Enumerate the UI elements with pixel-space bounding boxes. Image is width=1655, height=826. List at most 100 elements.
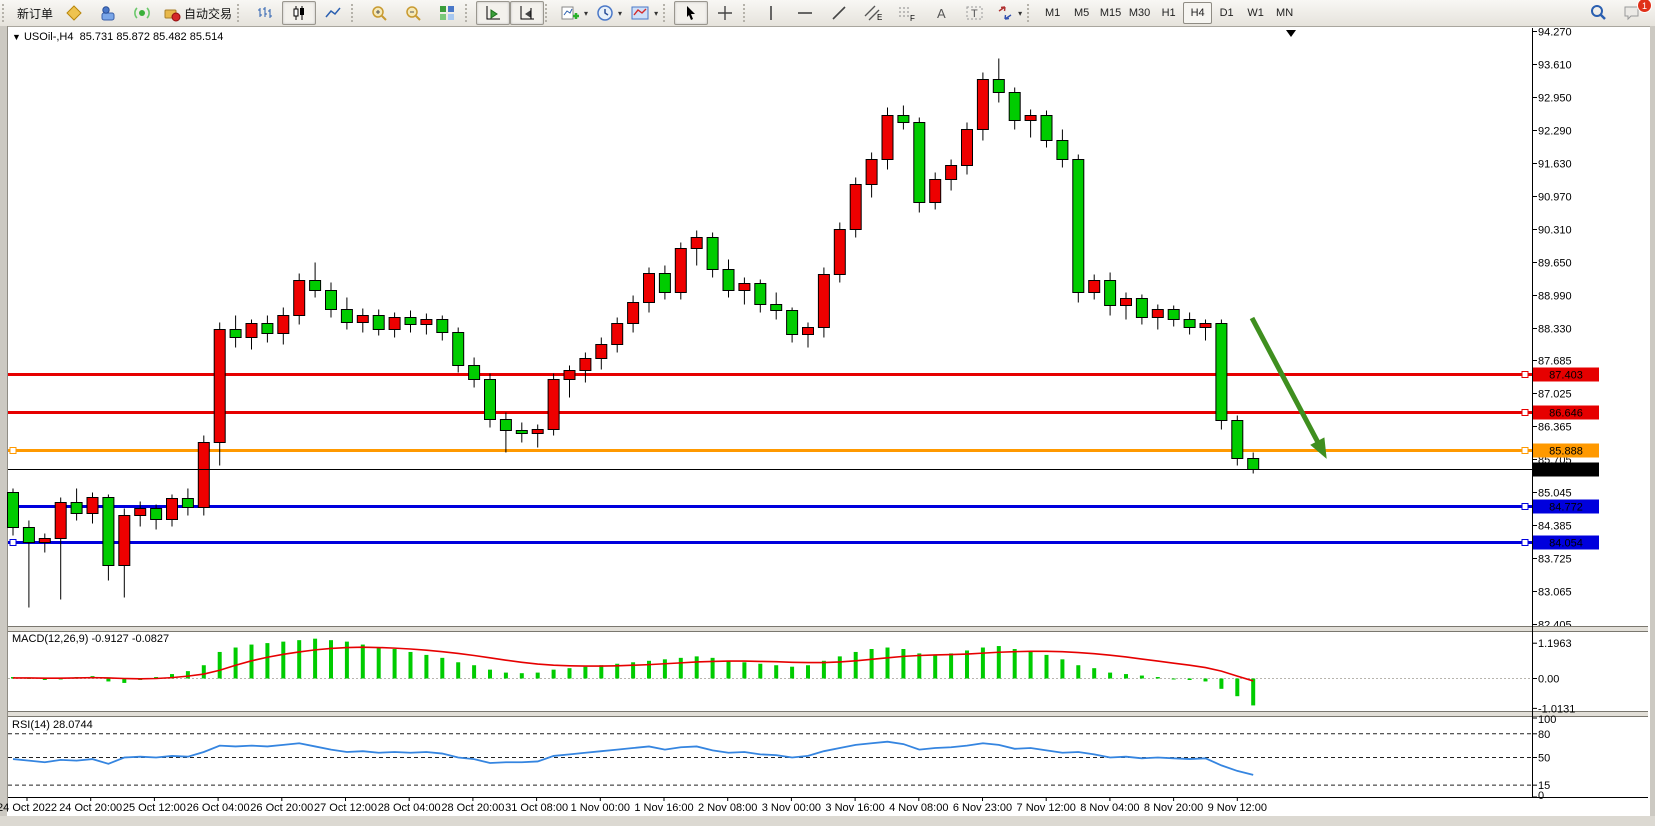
candle-body — [532, 430, 543, 434]
candle-body — [564, 371, 575, 380]
rsi-tick-label: 0 — [1538, 790, 1544, 802]
candle-body — [1248, 459, 1259, 470]
time-tick-label: 25 Oct 12:00 — [123, 802, 186, 814]
chart-ohlc-quote: 85.731 85.872 85.482 85.514 — [80, 31, 224, 43]
macd-histogram-bar — [520, 673, 524, 678]
macd-histogram-bar — [440, 658, 444, 679]
candle-body — [278, 316, 289, 334]
macd-histogram-bar — [742, 662, 746, 678]
macd-histogram-bar — [1188, 679, 1192, 680]
time-tick-label: 1 Nov 00:00 — [571, 802, 630, 814]
macd-histogram-bar — [949, 653, 953, 678]
candle-body — [437, 320, 448, 333]
candle-body — [389, 318, 400, 330]
time-tick-label: 26 Oct 20:00 — [250, 802, 313, 814]
price-tick-label: 83.725 — [1538, 554, 1572, 566]
candle-body — [71, 503, 82, 514]
macd-histogram-bar — [218, 652, 222, 679]
macd-histogram-bar — [361, 645, 365, 679]
line-anchor-handle[interactable] — [10, 448, 16, 454]
line-anchor-handle[interactable] — [1522, 410, 1528, 416]
macd-histogram-bar — [1029, 652, 1033, 679]
line-anchor-handle[interactable] — [1522, 540, 1528, 546]
time-tick-label: 7 Nov 12:00 — [1017, 802, 1076, 814]
candle-body — [659, 274, 670, 293]
candle-body — [1121, 299, 1132, 306]
candle-body — [1152, 310, 1163, 318]
panel-separator[interactable] — [8, 712, 1648, 716]
macd-histogram-bar — [695, 656, 699, 678]
candle-body — [357, 316, 368, 323]
line-anchor-handle[interactable] — [1522, 504, 1528, 510]
time-tick-label: 8 Nov 20:00 — [1144, 802, 1203, 814]
candle-body — [691, 238, 702, 249]
price-tick-label: 89.650 — [1538, 258, 1572, 270]
candle-body — [803, 328, 814, 335]
price-tick-label: 85.045 — [1538, 488, 1572, 500]
macd-histogram-bar — [663, 659, 667, 678]
candle-body — [87, 498, 98, 514]
macd-histogram-bar — [647, 661, 651, 679]
macd-histogram-bar — [297, 640, 301, 678]
collapse-arrow-icon[interactable]: ▼ — [12, 32, 21, 42]
bottom-window-strip — [0, 816, 1655, 826]
candle-body — [151, 509, 162, 520]
window-right-border — [1650, 26, 1655, 826]
macd-histogram-bar — [822, 661, 826, 679]
panel-separator[interactable] — [8, 627, 1648, 631]
macd-histogram-bar — [1013, 649, 1017, 679]
macd-histogram-bar — [1076, 665, 1080, 678]
rsi-line — [13, 742, 1253, 775]
macd-histogram-bar — [933, 655, 937, 679]
time-tick-label: 3 Nov 00:00 — [762, 802, 821, 814]
candle-body — [8, 493, 19, 528]
macd-histogram-bar — [806, 665, 810, 678]
macd-histogram-bar — [329, 640, 333, 678]
candle-body — [1105, 281, 1116, 306]
price-tick-label: 86.365 — [1538, 422, 1572, 434]
mt4-window: 新订单 自动交易 — [0, 0, 1655, 826]
trend-arrow[interactable] — [1252, 318, 1322, 450]
macd-histogram-bar — [1140, 676, 1144, 679]
price-level-badge-text: 84.772 — [1549, 502, 1583, 514]
candle-body — [1041, 116, 1052, 141]
macd-histogram-bar — [838, 656, 842, 678]
time-tick-label: 26 Oct 04:00 — [187, 802, 250, 814]
candle-body — [882, 116, 893, 160]
candle-body — [230, 330, 241, 338]
time-tick-label: 3 Nov 16:00 — [825, 802, 884, 814]
candle-body — [516, 431, 527, 434]
candle-body — [739, 284, 750, 291]
macd-histogram-bar — [1045, 655, 1049, 679]
time-tick-label: 28 Oct 20:00 — [441, 802, 504, 814]
candle-body — [962, 130, 973, 166]
price-tick-label: 90.970 — [1538, 192, 1572, 204]
macd-histogram-bar — [583, 667, 587, 679]
macd-histogram-bar — [679, 658, 683, 679]
line-anchor-handle[interactable] — [1522, 372, 1528, 378]
macd-histogram-bar — [1108, 673, 1112, 679]
candle-body — [993, 80, 1004, 93]
rsi-tick-label: 80 — [1538, 729, 1550, 741]
candle-body — [914, 123, 925, 203]
trend-arrow-head[interactable] — [1310, 437, 1326, 458]
candle-body — [596, 345, 607, 359]
macd-histogram-bar — [870, 649, 874, 679]
candle-body — [548, 380, 559, 430]
line-anchor-handle[interactable] — [10, 540, 16, 546]
macd-tick-label: 1.1963 — [1538, 638, 1572, 650]
rsi-name: RSI(14) — [12, 719, 50, 731]
candle-body — [182, 499, 193, 508]
candle-body — [405, 318, 416, 325]
price-tick-label: 88.990 — [1538, 291, 1572, 303]
chart-shift-marker[interactable] — [1286, 30, 1296, 37]
candle-body — [1200, 324, 1211, 328]
macd-histogram-bar — [790, 667, 794, 679]
candle-body — [135, 509, 146, 516]
line-anchor-handle[interactable] — [1522, 448, 1528, 454]
candle-body — [1136, 299, 1147, 318]
current-price-badge-text: 85.514 — [1549, 465, 1583, 477]
time-tick-label: 9 Nov 12:00 — [1208, 802, 1267, 814]
candle-body — [850, 185, 861, 230]
price-tick-label: 87.685 — [1538, 356, 1572, 368]
